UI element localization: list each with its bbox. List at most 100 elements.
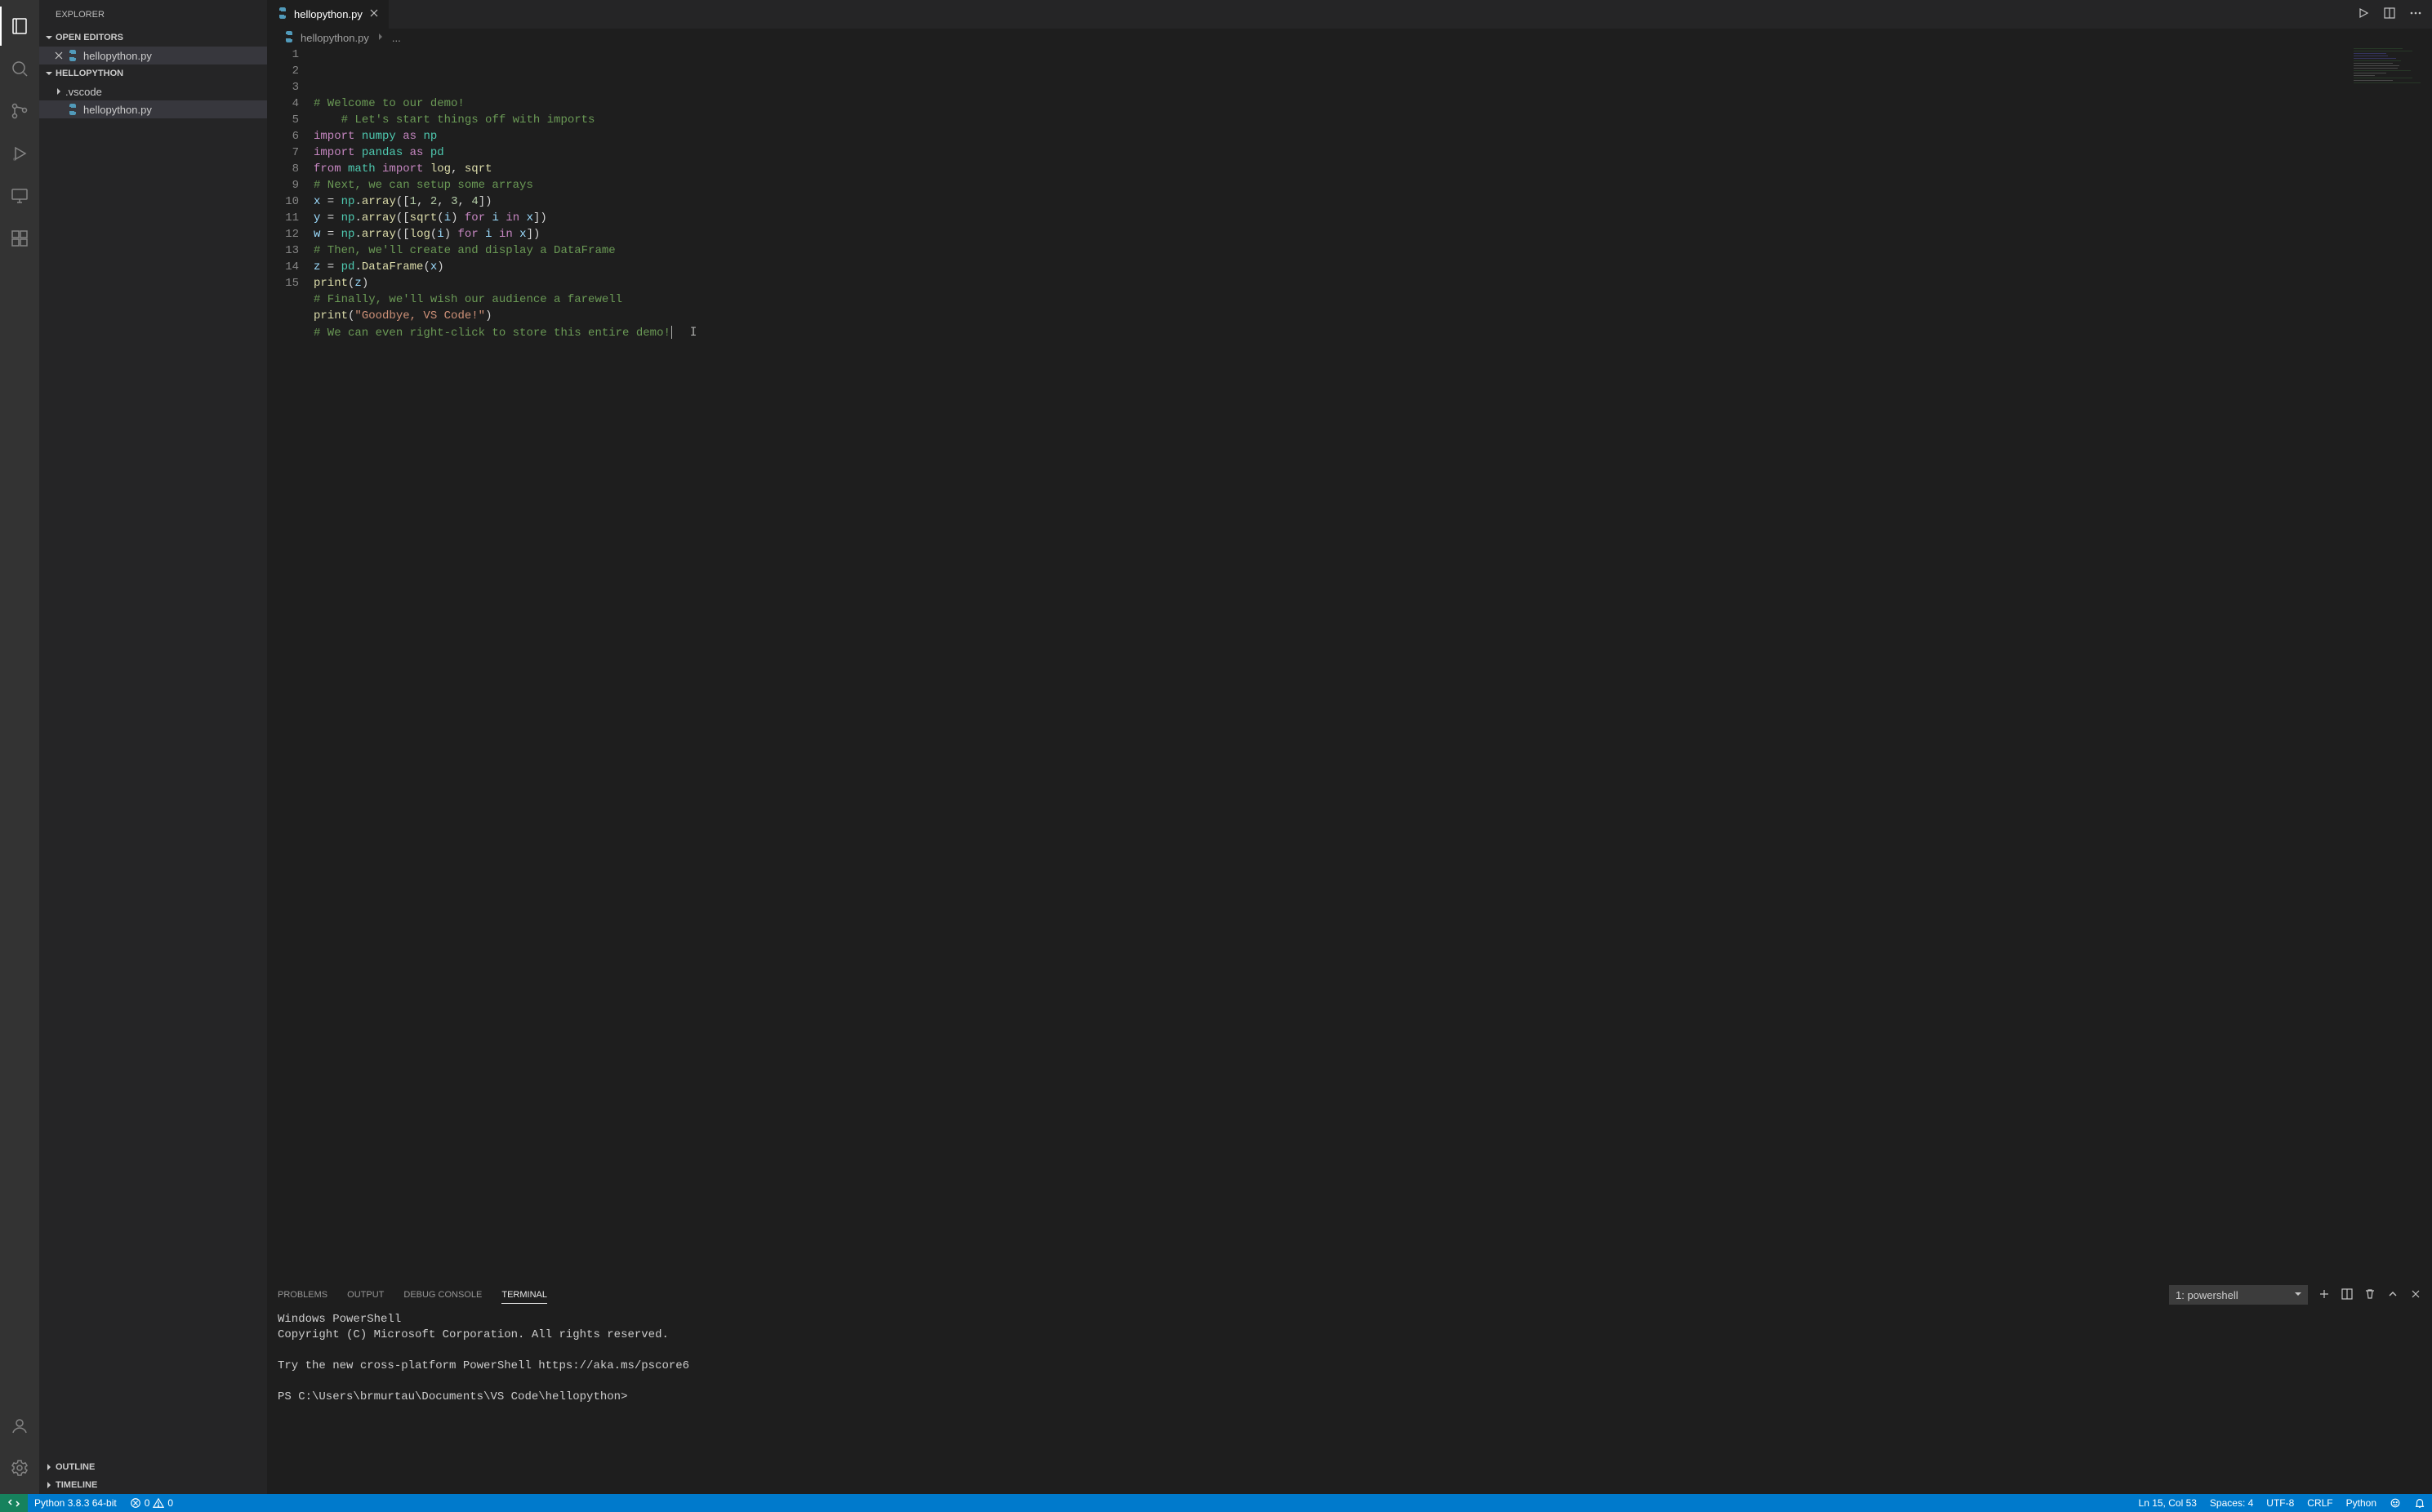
code-line[interactable]: z = pd.DataFrame(x)	[314, 259, 2432, 275]
tree-file-hellopython[interactable]: hellopython.py	[39, 100, 267, 118]
panel-tab-problems[interactable]: PROBLEMS	[278, 1287, 327, 1303]
python-file-icon	[65, 49, 80, 62]
code-line[interactable]: # Next, we can setup some arrays	[314, 177, 2432, 193]
explorer-sidebar: EXPLORER OPEN EDITORS hellopython.py	[39, 0, 268, 1494]
activity-accounts-icon[interactable]	[0, 1406, 39, 1445]
line-number: 2	[268, 63, 299, 79]
chevron-down-icon	[42, 67, 56, 80]
more-actions-icon[interactable]	[2409, 7, 2422, 22]
python-file-icon	[283, 30, 296, 46]
activity-bar	[0, 0, 39, 1494]
split-editor-icon[interactable]	[2383, 7, 2396, 22]
editor-actions	[2347, 0, 2432, 29]
code-line[interactable]: import numpy as np	[314, 128, 2432, 145]
terminal-body[interactable]: Windows PowerShell Copyright (C) Microso…	[268, 1309, 2432, 1494]
line-number: 6	[268, 128, 299, 145]
line-number-gutter[interactable]: 123456789101112131415	[268, 47, 314, 1280]
status-bar: Python 3.8.3 64-bit 0 0 Ln 15, Col 53 Sp…	[0, 1494, 2432, 1512]
status-feedback-icon[interactable]	[2383, 1494, 2408, 1512]
code-line[interactable]: print("Goodbye, VS Code!")	[314, 308, 2432, 324]
panel-tab-output[interactable]: OUTPUT	[347, 1287, 384, 1303]
editor-tabs: hellopython.py	[268, 0, 2432, 29]
status-interpreter[interactable]: Python 3.8.3 64-bit	[28, 1494, 123, 1512]
code-line[interactable]: # We can even right-click to store this …	[314, 324, 2432, 341]
line-number: 10	[268, 193, 299, 210]
open-editor-filename: hellopython.py	[83, 50, 152, 62]
code-line[interactable]: x = np.array([1, 2, 3, 4])	[314, 193, 2432, 210]
activity-extensions-icon[interactable]	[0, 219, 39, 258]
explorer-title: EXPLORER	[39, 0, 267, 29]
text-cursor	[671, 326, 672, 339]
status-problems[interactable]: 0 0	[123, 1494, 180, 1512]
tab-filename: hellopython.py	[294, 8, 363, 20]
python-file-icon	[276, 7, 289, 22]
line-number: 7	[268, 145, 299, 161]
line-number: 1	[268, 47, 299, 63]
remote-indicator[interactable]	[0, 1494, 28, 1512]
status-encoding[interactable]: UTF-8	[2260, 1494, 2301, 1512]
status-cursor-position[interactable]: Ln 15, Col 53	[2132, 1494, 2203, 1512]
status-language-mode[interactable]: Python	[2340, 1494, 2383, 1512]
code-line[interactable]: w = np.array([log(i) for i in x])	[314, 226, 2432, 242]
code-line[interactable]: import pandas as pd	[314, 145, 2432, 161]
code-line[interactable]: # Welcome to our demo!	[314, 96, 2432, 112]
terminal-select[interactable]: 1: powershell	[2169, 1285, 2308, 1305]
editor-tab[interactable]: hellopython.py	[268, 0, 390, 29]
activity-explorer-icon[interactable]	[0, 7, 39, 46]
code-line[interactable]: print(z)	[314, 275, 2432, 291]
minimap[interactable]	[2354, 47, 2432, 86]
panel-tab-terminal[interactable]: TERMINAL	[501, 1287, 547, 1304]
editor-group: hellopython.py h	[268, 0, 2432, 1494]
status-eol[interactable]: CRLF	[2301, 1494, 2339, 1512]
breadcrumbs[interactable]: hellopython.py ...	[268, 29, 2432, 47]
chevron-right-icon	[52, 85, 65, 98]
line-number: 11	[268, 210, 299, 226]
activity-settings-icon[interactable]	[0, 1448, 39, 1488]
folder-header[interactable]: HELLOPYTHON	[39, 64, 267, 82]
chevron-right-icon	[374, 30, 387, 46]
chevron-right-icon	[42, 1461, 56, 1474]
activity-source-control-icon[interactable]	[0, 91, 39, 131]
file-tree: .vscode hellopython.py	[39, 82, 267, 118]
tree-item-label: hellopython.py	[83, 104, 152, 116]
close-icon[interactable]	[52, 49, 65, 62]
tree-item-label: .vscode	[65, 86, 102, 98]
code-line[interactable]: # Then, we'll create and display a DataF…	[314, 242, 2432, 259]
kill-terminal-icon[interactable]	[2363, 1287, 2376, 1303]
activity-search-icon[interactable]	[0, 49, 39, 88]
status-notifications-icon[interactable]	[2408, 1494, 2432, 1512]
chevron-right-icon	[42, 1479, 56, 1492]
split-terminal-icon[interactable]	[2341, 1287, 2354, 1303]
open-editors-header[interactable]: OPEN EDITORS	[39, 29, 267, 47]
close-icon[interactable]	[367, 7, 381, 22]
panel-tab-debug-console[interactable]: DEBUG CONSOLE	[403, 1287, 482, 1303]
code-line[interactable]: # Finally, we'll wish our audience a far…	[314, 291, 2432, 308]
new-terminal-icon[interactable]	[2318, 1287, 2331, 1303]
run-icon[interactable]	[2357, 7, 2370, 22]
maximize-panel-icon[interactable]	[2386, 1287, 2399, 1303]
outline-header[interactable]: OUTLINE	[39, 1458, 267, 1476]
open-editors-list: hellopython.py	[39, 47, 267, 64]
code-line[interactable]: # Let's start things off with imports	[314, 112, 2432, 128]
chevron-down-icon	[42, 31, 56, 44]
code-line[interactable]: from math import log, sqrt	[314, 161, 2432, 177]
open-editor-item[interactable]: hellopython.py	[39, 47, 267, 64]
code-line[interactable]: y = np.array([sqrt(i) for i in x])	[314, 210, 2432, 226]
status-indentation[interactable]: Spaces: 4	[2203, 1494, 2260, 1512]
line-number: 9	[268, 177, 299, 193]
code-editor[interactable]: # Welcome to our demo! # Let's start thi…	[314, 47, 2432, 1280]
line-number: 3	[268, 79, 299, 96]
mouse-ibeam-cursor: I	[690, 324, 697, 340]
line-number: 12	[268, 226, 299, 242]
activity-run-debug-icon[interactable]	[0, 134, 39, 173]
python-file-icon	[65, 103, 80, 116]
close-panel-icon[interactable]	[2409, 1287, 2422, 1303]
activity-remote-explorer-icon[interactable]	[0, 176, 39, 216]
breadcrumb-file: hellopython.py	[301, 32, 369, 44]
tree-folder-vscode[interactable]: .vscode	[39, 82, 267, 100]
line-number: 15	[268, 275, 299, 291]
timeline-header[interactable]: TIMELINE	[39, 1476, 267, 1494]
line-number: 13	[268, 242, 299, 259]
line-number: 4	[268, 96, 299, 112]
breadcrumb-trail: ...	[392, 32, 401, 44]
